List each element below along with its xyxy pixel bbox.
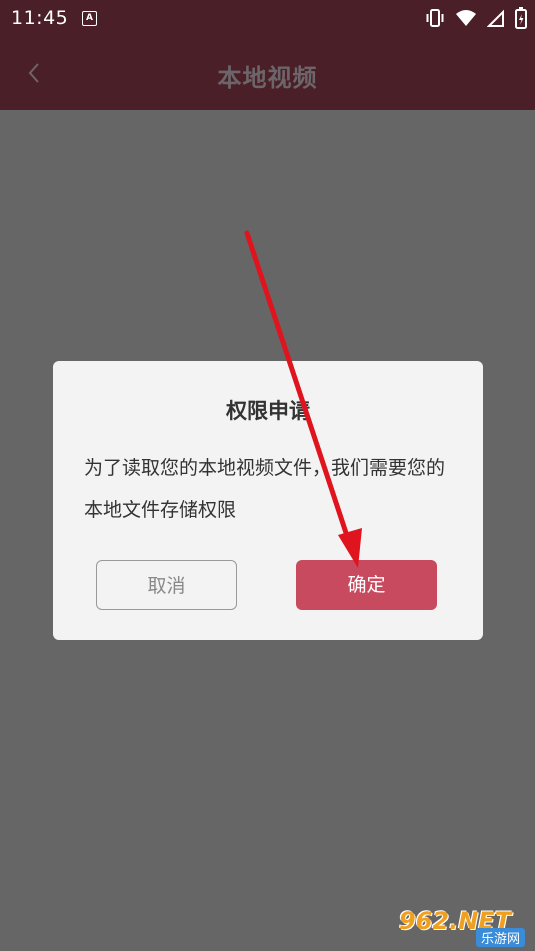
status-bar: 11:45 A (0, 0, 535, 36)
watermark-site: 乐游网 (475, 928, 525, 947)
status-time: 11:45 (11, 7, 69, 29)
wifi-icon (456, 10, 476, 26)
battery-icon (515, 7, 527, 29)
app-bar: 本地视频 (0, 36, 535, 110)
permission-dialog: 权限申请 为了读取您的本地视频文件，我们需要您的本地文件存储权限 取消 确定 (53, 361, 483, 640)
status-icons (425, 6, 527, 30)
dialog-title: 权限申请 (226, 399, 310, 423)
page-title: 本地视频 (217, 64, 318, 92)
notification-icon: A (82, 11, 97, 26)
signal-icon (487, 9, 504, 27)
vibrate-icon (426, 9, 444, 27)
site-watermark: 962.NET 乐游网 (399, 907, 529, 947)
cancel-button[interactable]: 取消 (96, 560, 237, 610)
confirm-button[interactable]: 确定 (296, 560, 437, 610)
dialog-message: 为了读取您的本地视频文件，我们需要您的本地文件存储权限 (84, 457, 446, 521)
